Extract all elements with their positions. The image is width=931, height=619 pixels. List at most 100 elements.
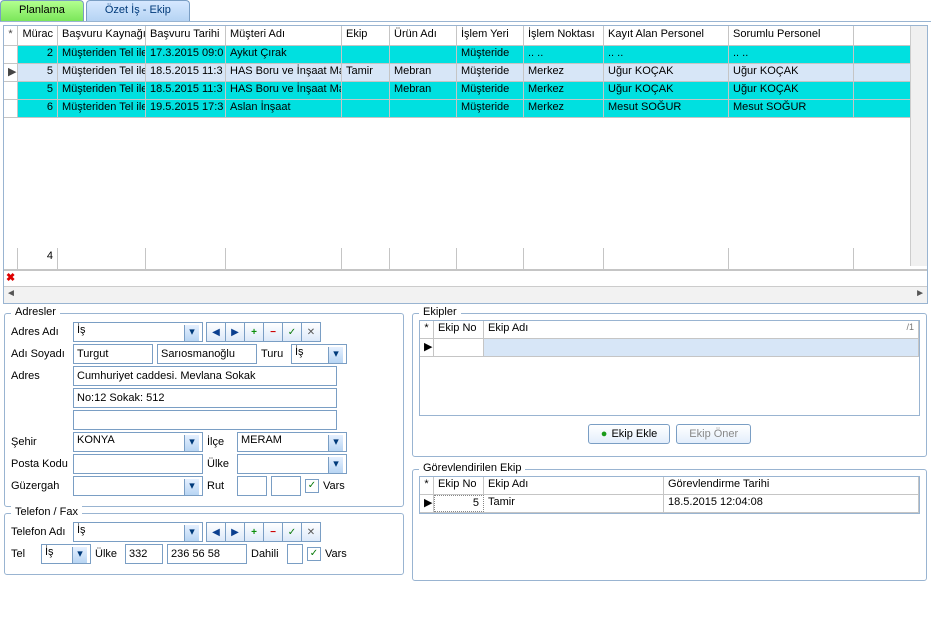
col-basvuru-tarihi[interactable]: Başvuru Tarihi: [146, 26, 226, 45]
tel-nav-confirm-icon[interactable]: ✓: [282, 522, 302, 542]
grid-hscroll[interactable]: [4, 286, 927, 303]
label-adres: Adres: [11, 370, 69, 382]
ekipler-col-ind[interactable]: *: [420, 321, 434, 338]
table-row[interactable]: 6Müşteriden Tel ile19.5.2015 17:3Aslan İ…: [4, 100, 927, 118]
nav-remove-icon[interactable]: −: [263, 322, 283, 342]
adres-nav: ◀ ▶ + − ✓ ✕: [207, 322, 321, 342]
panel-title-ekipler: Ekipler: [419, 306, 461, 318]
sort-indicator-icon: /1: [906, 322, 914, 332]
label-tel: Tel: [11, 548, 37, 560]
panel-title-adresler: Adresler: [11, 306, 60, 318]
gorev-col-adi[interactable]: Ekip Adı: [484, 477, 664, 494]
select-sehir[interactable]: KONYA: [73, 432, 203, 452]
label-vars-tel: Vars: [325, 548, 347, 560]
select-telefon-adi[interactable]: İş: [73, 522, 203, 542]
col-ekip[interactable]: Ekip: [342, 26, 390, 45]
gorev-row-no: 5: [434, 495, 484, 512]
tel-nav-remove-icon[interactable]: −: [263, 522, 283, 542]
label-ulke: Ülke: [207, 458, 233, 470]
select-tel-turu[interactable]: İş: [41, 544, 91, 564]
panel-gorev-ekip: Görevlendirilen Ekip * Ekip No Ekip Adı …: [412, 469, 927, 581]
select-turu[interactable]: İş: [291, 344, 347, 364]
gorev-col-ind[interactable]: *: [420, 477, 434, 494]
gorev-col-no[interactable]: Ekip No: [434, 477, 484, 494]
panel-telefon: Telefon / Fax Telefon Adı İş ◀ ▶ + − ✓ ✕…: [4, 513, 404, 575]
label-adi-soyadi: Adı Soyadı: [11, 348, 69, 360]
checkbox-vars-adres[interactable]: ✓: [305, 479, 319, 493]
button-ekip-oner[interactable]: Ekip Öner: [676, 424, 751, 444]
gorev-row-ind: ▶: [420, 495, 434, 512]
select-adres-adi[interactable]: İş: [73, 322, 203, 342]
grid-vscroll[interactable]: [910, 26, 927, 266]
tab-bar: Planlama Özet İş - Ekip: [0, 0, 931, 22]
nav-confirm-icon[interactable]: ✓: [282, 322, 302, 342]
table-row[interactable]: 5Müşteriden Tel ile18.5.2015 11:3HAS Bor…: [4, 82, 927, 100]
ekipler-col-adi[interactable]: Ekip Adı/1: [484, 321, 919, 338]
input-tel-ulke[interactable]: [125, 544, 163, 564]
label-ilce: İlçe: [207, 436, 233, 448]
label-sehir: Şehir: [11, 436, 69, 448]
col-islem-yeri[interactable]: İşlem Yeri: [457, 26, 524, 45]
nav-prev-icon[interactable]: ◀: [206, 322, 226, 342]
checkbox-vars-tel[interactable]: ✓: [307, 547, 321, 561]
label-adres-adi: Adres Adı: [11, 326, 69, 338]
tab-ozet-is-ekip[interactable]: Özet İş - Ekip: [86, 0, 190, 21]
input-rut2[interactable]: [271, 476, 301, 496]
col-islem-noktasi[interactable]: İşlem Noktası: [524, 26, 604, 45]
col-musteri-adi[interactable]: Müşteri Adı: [226, 26, 342, 45]
ekipler-col-no[interactable]: Ekip No: [434, 321, 484, 338]
input-adres3[interactable]: [73, 410, 337, 430]
gorev-grid[interactable]: * Ekip No Ekip Adı Görevlendirme Tarihi …: [419, 476, 920, 514]
col-urun-adi[interactable]: Ürün Adı: [390, 26, 457, 45]
gorev-row[interactable]: ▶ 5 Tamir 18.5.2015 12:04:08: [420, 495, 919, 513]
tel-nav-add-icon[interactable]: +: [244, 522, 264, 542]
button-ekip-ekle[interactable]: ●Ekip Ekle: [588, 424, 671, 444]
input-tel-no[interactable]: [167, 544, 247, 564]
main-grid: * Mürac Başvuru Kaynağı Başvuru Tarihi M…: [3, 25, 928, 304]
label-tel-ulke: Ülke: [95, 548, 121, 560]
col-basvuru-kaynagi[interactable]: Başvuru Kaynağı: [58, 26, 146, 45]
col-kayit-personel[interactable]: Kayıt Alan Personel: [604, 26, 729, 45]
label-telefon-adi: Telefon Adı: [11, 526, 69, 538]
nav-cancel-icon[interactable]: ✕: [301, 322, 321, 342]
col-indicator[interactable]: *: [4, 26, 18, 45]
label-rut: Rut: [207, 480, 233, 492]
input-adres2[interactable]: [73, 388, 337, 408]
gorev-row-adi: Tamir: [484, 495, 664, 512]
grid-header: * Mürac Başvuru Kaynağı Başvuru Tarihi M…: [4, 26, 927, 46]
panel-ekipler: Ekipler * Ekip No Ekip Adı/1 ▶ ●Ekip Ekl…: [412, 313, 927, 457]
input-ad[interactable]: [73, 344, 153, 364]
label-posta: Posta Kodu: [11, 458, 69, 470]
select-guzergah[interactable]: [73, 476, 203, 496]
input-adres1[interactable]: [73, 366, 337, 386]
tab-planlama[interactable]: Planlama: [0, 0, 84, 21]
gorev-row-tarih: 18.5.2015 12:04:08: [664, 495, 919, 512]
tel-nav-next-icon[interactable]: ▶: [225, 522, 245, 542]
nav-add-icon[interactable]: +: [244, 322, 264, 342]
telefon-nav: ◀ ▶ + − ✓ ✕: [207, 522, 321, 542]
label-vars-adres: Vars: [323, 480, 345, 492]
delete-row-icon[interactable]: ✖: [4, 270, 927, 286]
grid-count: 4: [18, 248, 58, 269]
panel-title-gorev: Görevlendirilen Ekip: [419, 462, 525, 474]
label-guzergah: Güzergah: [11, 480, 69, 492]
tel-nav-cancel-icon[interactable]: ✕: [301, 522, 321, 542]
input-rut1[interactable]: [237, 476, 267, 496]
col-sorumlu-personel[interactable]: Sorumlu Personel: [729, 26, 854, 45]
input-dahili[interactable]: [287, 544, 303, 564]
nav-next-icon[interactable]: ▶: [225, 322, 245, 342]
input-soyad[interactable]: [157, 344, 257, 364]
tel-nav-prev-icon[interactable]: ◀: [206, 522, 226, 542]
ekipler-grid[interactable]: * Ekip No Ekip Adı/1 ▶: [419, 320, 920, 416]
col-murac[interactable]: Mürac: [18, 26, 58, 45]
panel-title-telefon: Telefon / Fax: [11, 506, 82, 518]
panel-adresler: Adresler Adres Adı İş ◀ ▶ + − ✓ ✕ Adı So…: [4, 313, 404, 507]
input-posta[interactable]: [73, 454, 203, 474]
grid-body[interactable]: 2Müşteriden Tel ile17.3.2015 09:0Aykut Ç…: [4, 46, 927, 248]
table-row[interactable]: 2Müşteriden Tel ile17.3.2015 09:0Aykut Ç…: [4, 46, 927, 64]
select-ulke[interactable]: [237, 454, 347, 474]
select-ilce[interactable]: MERAM: [237, 432, 347, 452]
gorev-col-tarih[interactable]: Görevlendirme Tarihi: [664, 477, 919, 494]
label-turu: Turu: [261, 348, 287, 360]
table-row[interactable]: ▶5Müşteriden Tel ile18.5.2015 11:3HAS Bo…: [4, 64, 927, 82]
